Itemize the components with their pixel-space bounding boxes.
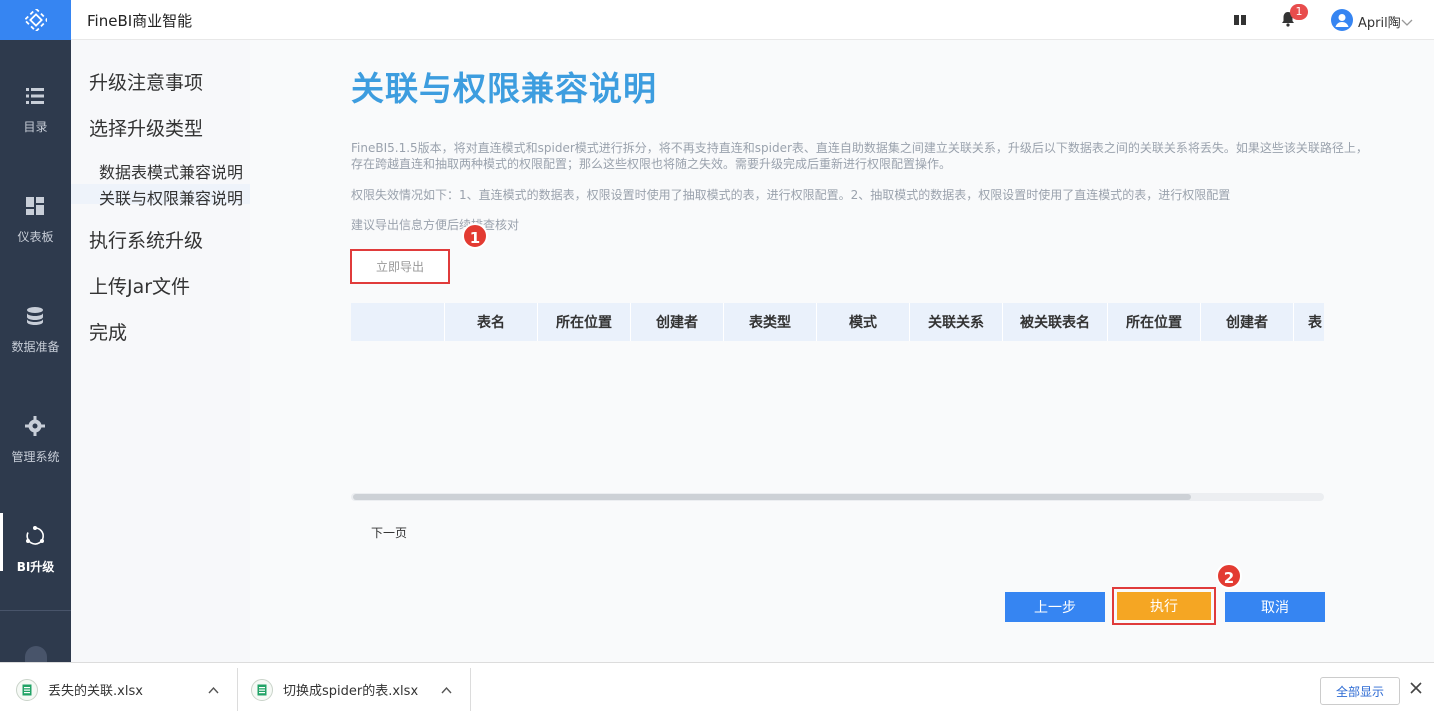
chevron-down-icon[interactable]	[1401, 13, 1413, 32]
dashboard-icon	[26, 197, 44, 215]
book-icon[interactable]	[1233, 12, 1247, 31]
nav-item-dashboard[interactable]: 仪表板	[0, 195, 71, 275]
step-list: 升级注意事项 选择升级类型 数据表模式兼容说明 关联与权限兼容说明 执行系统升级…	[71, 40, 250, 662]
execute-highlight: 执行	[1112, 587, 1216, 625]
description-text: FineBI5.1.5版本，将对直连模式和spider模式进行拆分，将不再支持直…	[351, 141, 1368, 171]
download-bar: 丢失的关联.xlsx 切换成spider的表.xlsx 全部显示	[0, 662, 1434, 715]
execute-button[interactable]: 执行	[1117, 592, 1211, 620]
cancel-button[interactable]: 取消	[1225, 592, 1325, 622]
notification-badge: 1	[1290, 4, 1308, 20]
nav-label: 管理系统	[11, 450, 60, 464]
user-name[interactable]: April陶	[1358, 12, 1401, 31]
substep-table-mode-compat[interactable]: 数据表模式兼容说明	[99, 159, 243, 183]
app-logo[interactable]	[0, 0, 71, 40]
list-icon	[26, 88, 44, 104]
export-button[interactable]: 立即导出	[350, 249, 450, 284]
previous-step-button[interactable]: 上一步	[1005, 592, 1105, 622]
side-nav: 目录 仪表板 数据准备 管理系统 BI升级	[0, 40, 71, 662]
app-title: FineBI商业智能	[87, 12, 193, 30]
column-header: 表类型	[723, 303, 816, 341]
top-bar: FineBI商业智能 1 April陶	[0, 0, 1434, 40]
download-filename: 切换成spider的表.xlsx	[283, 684, 419, 699]
column-header: 所在位置	[1107, 303, 1200, 341]
database-icon	[27, 307, 43, 325]
download-item[interactable]: 丢失的关联.xlsx	[16, 663, 226, 716]
add-icon[interactable]	[25, 646, 47, 662]
nav-label: 仪表板	[17, 230, 54, 244]
chevron-up-icon[interactable]	[441, 686, 452, 694]
divider	[470, 668, 471, 711]
column-header: 关联关系	[909, 303, 1002, 341]
nav-label: 目录	[23, 120, 48, 134]
nav-label: BI升级	[16, 560, 55, 574]
next-page-link[interactable]: 下一页	[371, 524, 407, 541]
step-marker-1: 1	[462, 223, 488, 249]
nav-item-bi-upgrade[interactable]: BI升级	[0, 513, 71, 605]
column-header: 被关联表名	[1002, 303, 1107, 341]
step-select-upgrade-type[interactable]: 选择升级类型	[89, 114, 203, 141]
nav-item-admin[interactable]: 管理系统	[0, 415, 71, 495]
scrollbar-thumb[interactable]	[353, 494, 1191, 500]
step-marker-2: 2	[1216, 563, 1242, 589]
spreadsheet-icon	[16, 678, 38, 701]
substep-relation-permission-compat[interactable]: 关联与权限兼容说明	[99, 185, 243, 209]
show-all-button[interactable]: 全部显示	[1320, 677, 1400, 705]
step-upload-jar[interactable]: 上传Jar文件	[89, 272, 190, 299]
column-header: 创建者	[630, 303, 723, 341]
column-header: 表名	[444, 303, 537, 341]
main-content: 关联与权限兼容说明 FineBI5.1.5版本，将对直连模式和spider模式进…	[250, 40, 1434, 662]
upgrade-icon	[26, 526, 44, 545]
download-filename: 丢失的关联.xlsx	[48, 684, 143, 699]
column-header: 所在位置	[537, 303, 630, 341]
export-hint-text: 建议导出信息方便后续排查核对	[351, 218, 520, 232]
column-header: 创建者	[1200, 303, 1293, 341]
column-header	[351, 303, 444, 341]
nav-label: 数据准备	[11, 340, 60, 354]
column-header: 模式	[816, 303, 909, 341]
logo-icon	[24, 9, 47, 31]
table-body	[351, 341, 1324, 491]
step-execute-upgrade[interactable]: 执行系统升级	[89, 226, 203, 253]
step-finish[interactable]: 完成	[89, 318, 127, 345]
avatar[interactable]	[1331, 9, 1353, 31]
spreadsheet-icon	[251, 678, 273, 701]
chevron-up-icon[interactable]	[208, 686, 219, 694]
divider	[237, 668, 238, 711]
page-title: 关联与权限兼容说明	[351, 69, 657, 108]
close-icon[interactable]	[1409, 681, 1423, 695]
nav-item-data-prep[interactable]: 数据准备	[0, 305, 71, 385]
permission-failure-text: 权限失效情况如下：1、直连模式的数据表，权限设置时使用了抽取模式的表，进行权限配…	[351, 188, 1231, 202]
gear-icon	[25, 416, 45, 436]
nav-item-catalog[interactable]: 目录	[0, 85, 71, 165]
horizontal-scrollbar[interactable]	[351, 493, 1324, 501]
nav-divider	[0, 610, 71, 611]
step-upgrade-notes[interactable]: 升级注意事项	[89, 68, 203, 95]
column-header: 表	[1293, 303, 1324, 341]
download-item[interactable]: 切换成spider的表.xlsx	[251, 663, 461, 716]
table-header: 表名 所在位置 创建者 表类型 模式 关联关系 被关联表名 所在位置 创建者 表	[351, 303, 1324, 341]
